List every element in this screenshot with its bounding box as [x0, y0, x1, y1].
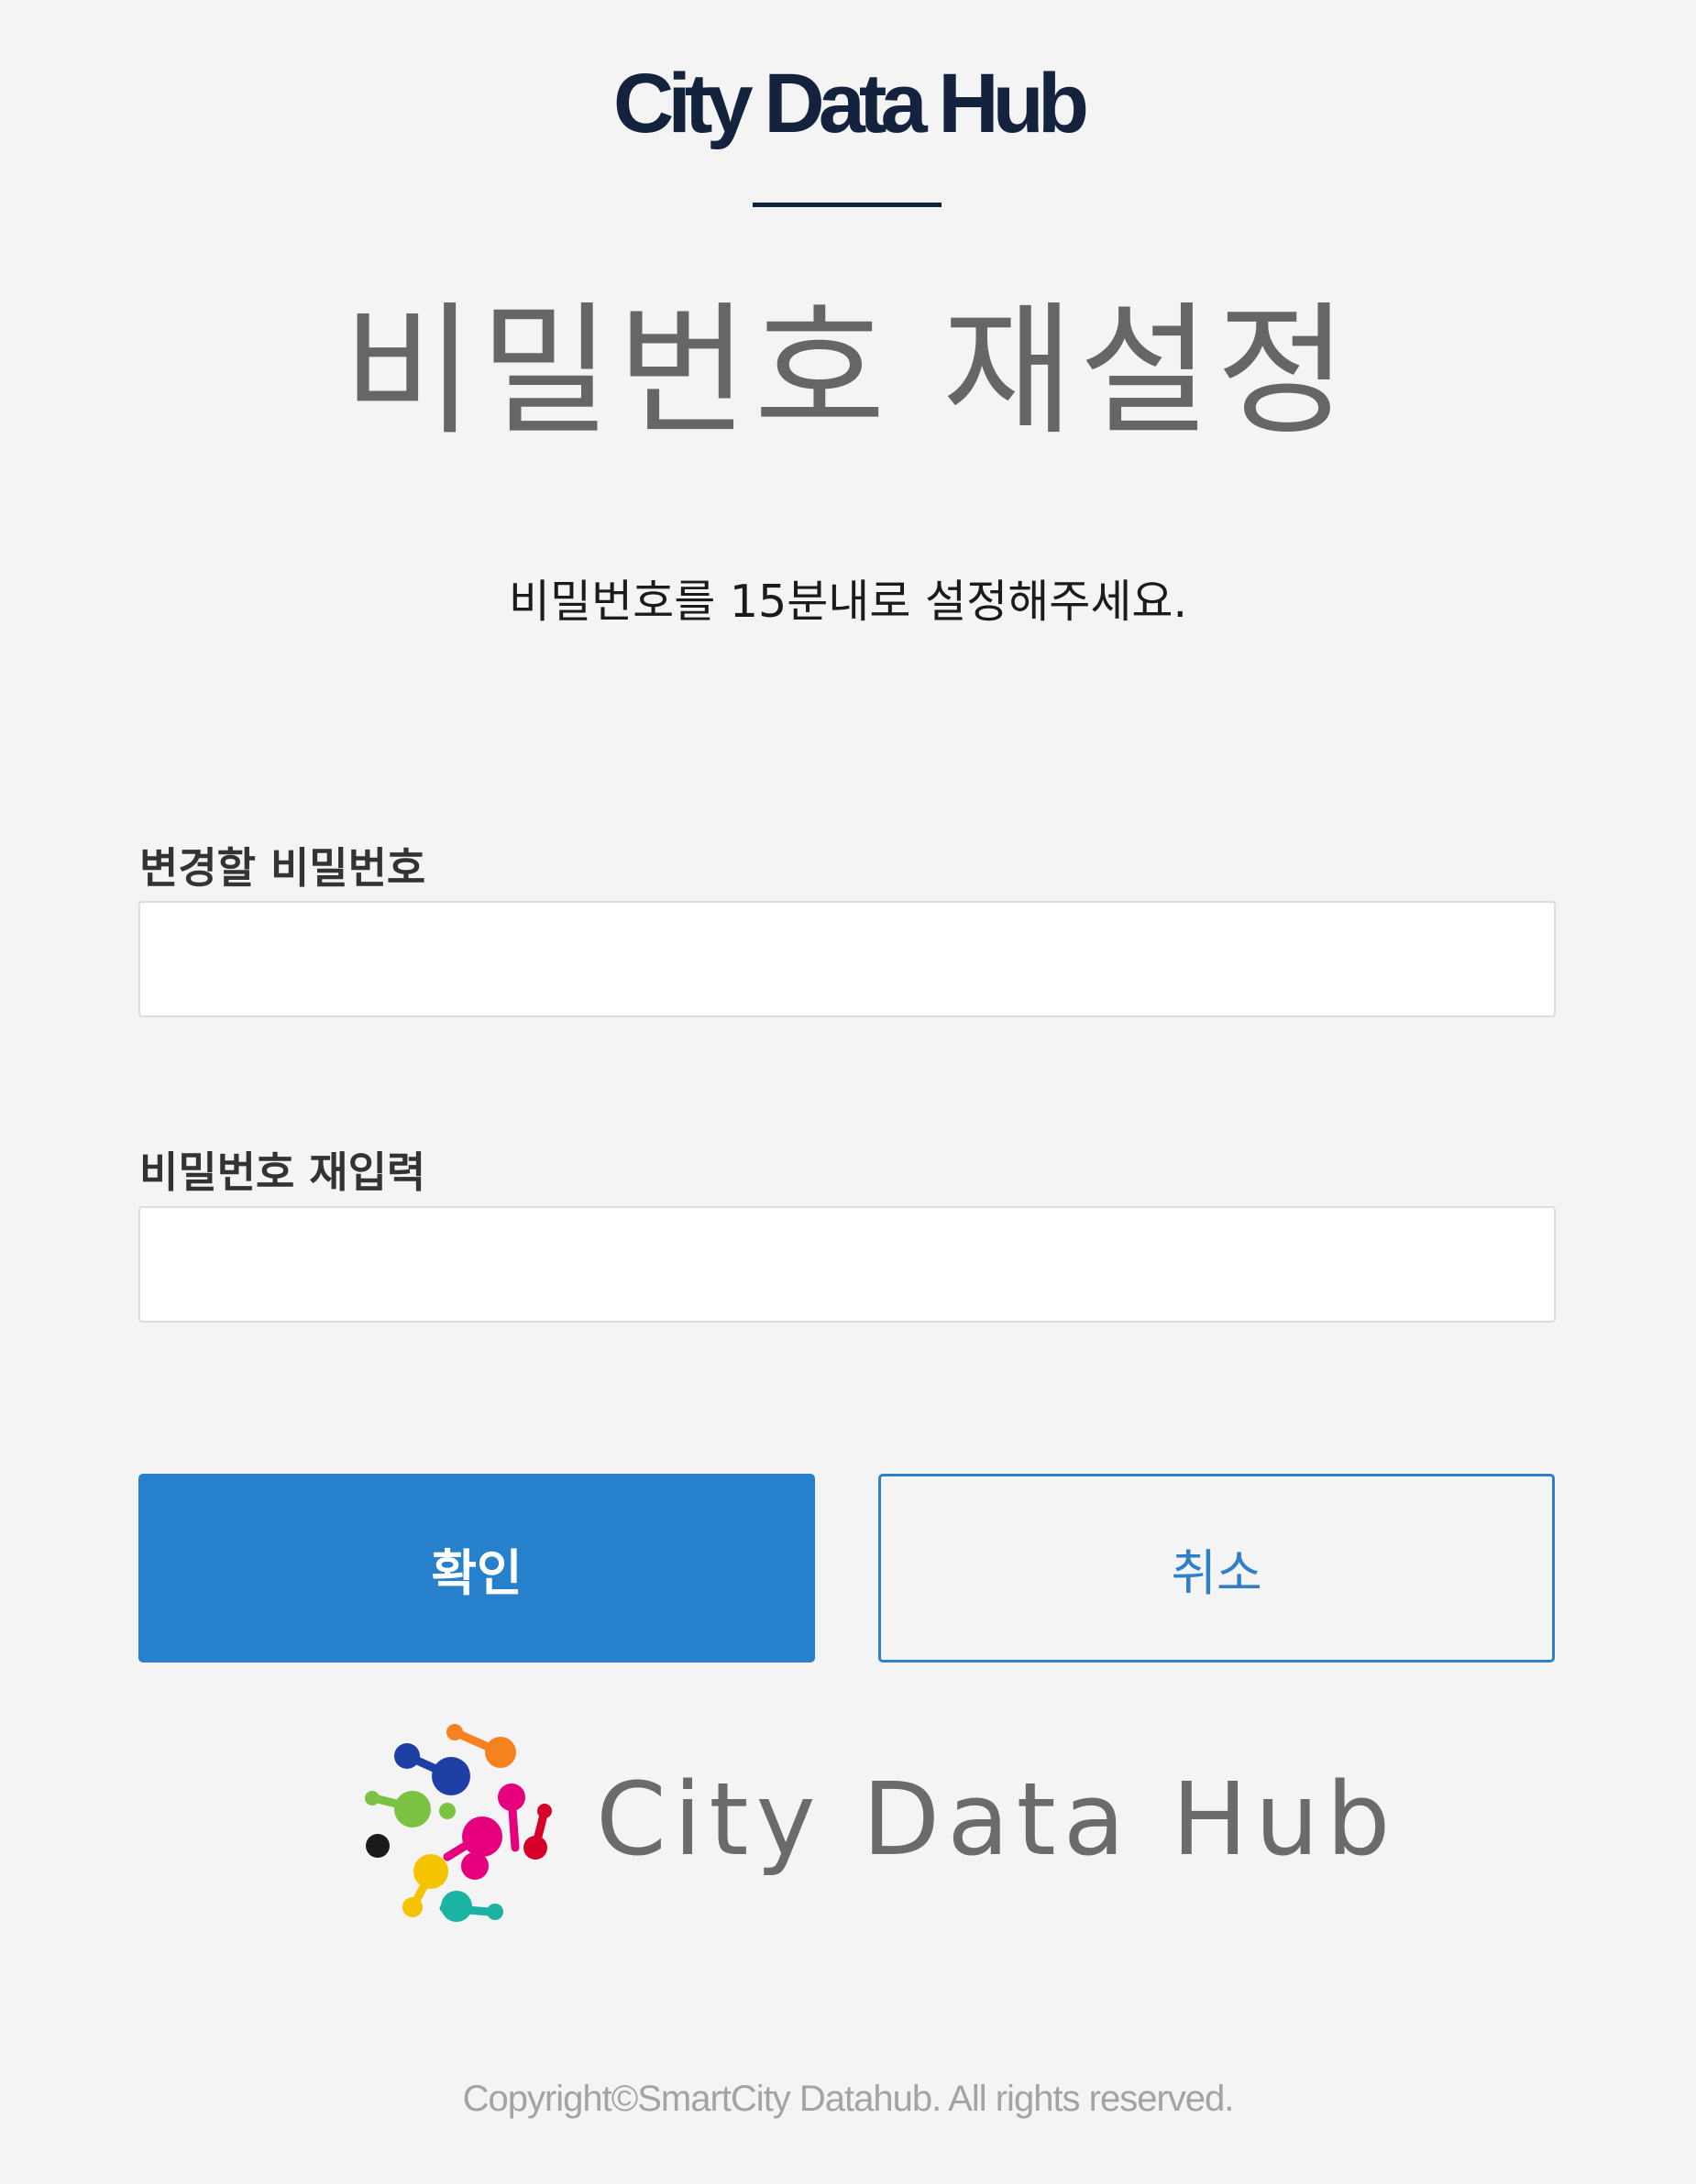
new-password-label: 변경할 비밀번호 [139, 843, 426, 893]
instruction-text: 비밀번호를 15분내로 설정해주세요. [508, 576, 1188, 628]
molecule-dots-icon [365, 1724, 552, 1922]
confirm-password-input[interactable] [138, 1206, 1556, 1322]
confirm-button-label: 확인 [431, 1543, 523, 1602]
brand-divider [753, 203, 942, 207]
brand-title: City Data Hub [612, 57, 1089, 150]
confirm-password-label: 비밀번호 재입력 [139, 1147, 426, 1197]
new-password-input[interactable] [138, 901, 1556, 1017]
footer-copyright: Copyright©SmartCity Datahub. All rights … [462, 2079, 1235, 2119]
page-title: 비밀번호 재설정 [342, 288, 1354, 455]
logo-wordmark: City Data Hub [596, 1761, 1398, 1878]
city-data-hub-logo: City Data Hub [356, 1719, 1390, 1930]
cancel-button-label: 취소 [1171, 1543, 1262, 1602]
confirm-button[interactable]: 확인 [138, 1474, 815, 1663]
cancel-button[interactable]: 취소 [878, 1474, 1555, 1663]
